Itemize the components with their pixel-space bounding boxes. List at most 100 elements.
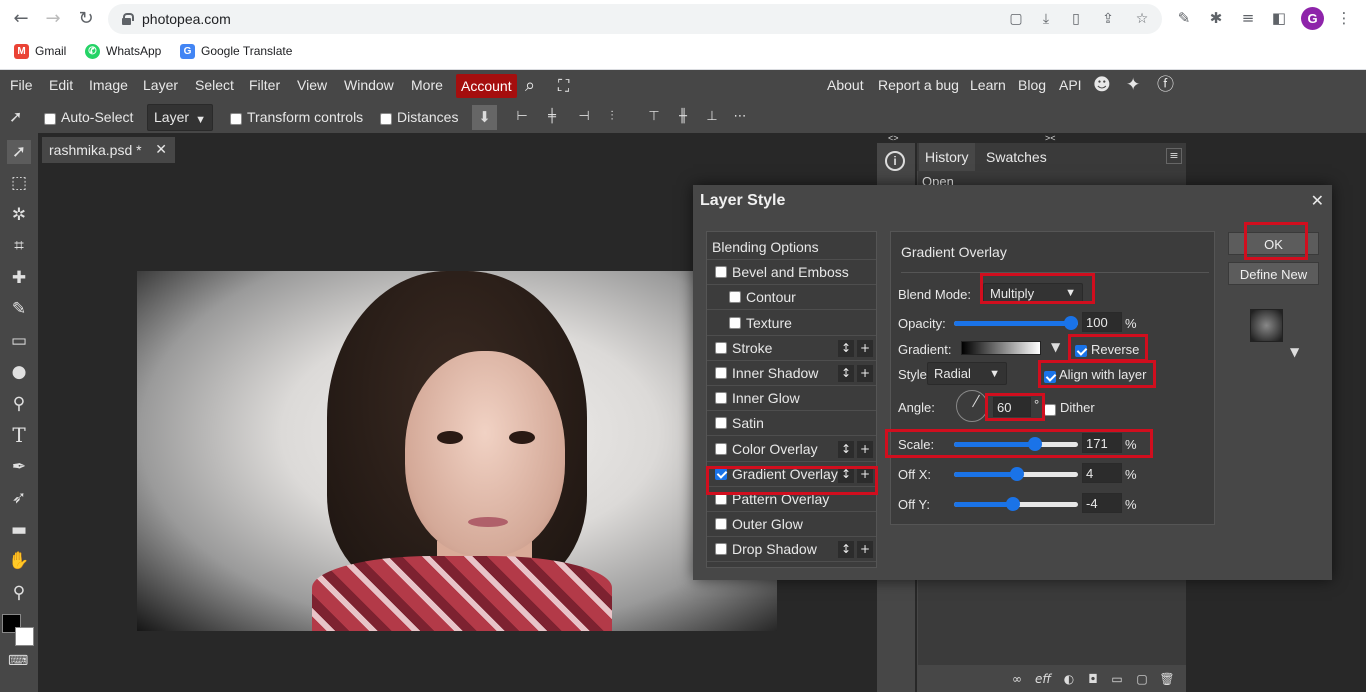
offset-y-input[interactable]: -4 — [1082, 493, 1122, 513]
align-left-icon[interactable]: ⊢ — [514, 109, 530, 125]
forward-icon[interactable]: → — [42, 8, 64, 30]
share-icon[interactable]: ⇪ — [1100, 11, 1116, 27]
style-item-contour[interactable]: Contour — [707, 285, 876, 311]
dither-checkbox[interactable] — [1044, 401, 1056, 416]
menu-account[interactable]: Account — [456, 74, 517, 98]
healing-tool-icon[interactable]: ✚ — [7, 266, 31, 290]
scale-slider-knob[interactable] — [1027, 437, 1042, 451]
back-icon[interactable]: ← — [10, 8, 32, 30]
align-middle-icon[interactable]: ╫ — [675, 109, 691, 125]
scale-slider[interactable] — [954, 437, 1078, 451]
style-item-inner-shadow[interactable]: Inner Shadow ↕ + — [707, 361, 876, 386]
style-checkbox[interactable] — [715, 543, 727, 556]
menu-filter[interactable]: Filter — [249, 70, 280, 103]
ok-button[interactable]: OK — [1228, 232, 1319, 255]
define-new-button[interactable]: Define New — [1228, 262, 1319, 285]
keyboard-icon[interactable]: ⌨ — [8, 653, 28, 669]
menu-image[interactable]: Image — [89, 70, 128, 103]
menu-select[interactable]: Select — [195, 70, 234, 103]
gradient-tool-icon[interactable]: ▭ — [7, 329, 31, 353]
angle-dial[interactable] — [956, 390, 988, 422]
opacity-slider-knob[interactable] — [1064, 316, 1078, 330]
style-checkbox[interactable] — [715, 417, 727, 430]
reverse-checkbox[interactable] — [1075, 342, 1087, 357]
distances-checkbox[interactable] — [380, 110, 392, 125]
tab-history[interactable]: History — [919, 143, 975, 171]
style-item-outer-glow[interactable]: Outer Glow — [707, 512, 876, 538]
media-icon[interactable]: ≡ — [1239, 9, 1257, 27]
bookmark-whatsapp[interactable]: ✆ WhatsApp — [85, 43, 161, 59]
extensions-icon[interactable]: ✱ — [1207, 9, 1225, 27]
menu-file[interactable]: File — [10, 70, 33, 103]
crop-tool-icon[interactable]: ⌗ — [7, 234, 31, 258]
document-tab[interactable]: rashmika.psd * ✕ — [42, 137, 175, 163]
menu-view[interactable]: View — [297, 70, 327, 103]
align-top-icon[interactable]: ⊤ — [646, 109, 662, 125]
shape-tool-icon[interactable]: ▬ — [7, 518, 31, 542]
brush-tool-icon[interactable]: ✎ — [7, 297, 31, 321]
menu-blog[interactable]: Blog — [1018, 70, 1046, 103]
align-center-icon[interactable]: ╪ — [544, 109, 560, 125]
style-item-drop-shadow[interactable]: Drop Shadow ↕ + — [707, 537, 876, 563]
style-checkbox[interactable] — [715, 392, 727, 405]
add-icon[interactable]: + — [857, 440, 873, 458]
menu-api[interactable]: API — [1059, 70, 1082, 103]
eyedropper-extension-icon[interactable]: ✎ — [1175, 9, 1193, 27]
path-select-tool-icon[interactable]: ➶ — [7, 486, 31, 510]
menu-window[interactable]: Window — [344, 70, 394, 103]
facebook-icon[interactable]: ⓕ — [1157, 70, 1174, 103]
effects-icon[interactable]: eff — [1035, 671, 1051, 687]
bookmark-gmail[interactable]: M Gmail — [14, 43, 66, 59]
align-right-icon[interactable]: ⊣ — [576, 109, 592, 125]
collapse-right-icon[interactable]: >< — [1045, 133, 1056, 143]
menu-report-bug[interactable]: Report a bug — [878, 70, 959, 103]
opacity-slider[interactable] — [954, 316, 1078, 330]
style-checkbox[interactable] — [715, 518, 727, 531]
style-item-inner-glow[interactable]: Inner Glow — [707, 386, 876, 412]
type-tool-icon[interactable]: T — [7, 423, 31, 447]
reorder-icon[interactable]: ↕ — [838, 365, 854, 382]
tab-swatches[interactable]: Swatches — [980, 143, 1053, 171]
mask-icon[interactable]: ◘ — [1085, 671, 1101, 687]
adjustment-icon[interactable]: ◐ — [1061, 671, 1077, 687]
add-icon[interactable]: + — [857, 541, 873, 559]
pen-tool-icon[interactable]: ✒ — [7, 455, 31, 479]
close-icon[interactable]: ✕ — [1311, 191, 1324, 210]
style-checkbox[interactable] — [715, 341, 727, 354]
offset-x-slider-knob[interactable] — [1010, 467, 1025, 481]
background-color-swatch[interactable] — [15, 627, 34, 646]
download-icon[interactable]: ⬇ — [472, 105, 497, 130]
zoom-tool-icon[interactable]: ⚲ — [7, 581, 31, 605]
reorder-icon[interactable]: ↕ — [838, 465, 854, 483]
opacity-input[interactable]: 100 — [1082, 312, 1122, 332]
bookmark-star-icon[interactable]: ☆ — [1134, 11, 1150, 27]
add-icon[interactable]: + — [857, 365, 873, 382]
reorder-icon[interactable]: ↕ — [838, 440, 854, 458]
menu-edit[interactable]: Edit — [49, 70, 73, 103]
blur-tool-icon[interactable]: ● — [7, 360, 31, 384]
add-icon[interactable]: + — [857, 339, 873, 357]
image-canvas[interactable] — [137, 271, 777, 631]
reorder-icon[interactable]: ↕ — [838, 541, 854, 559]
fullscreen-icon[interactable]: ⛶ — [558, 70, 569, 103]
address-bar[interactable]: photopea.com ▢ ⤓ ▯ ⇪ ☆ — [108, 4, 1162, 34]
move-tool-icon[interactable]: ➚ — [7, 140, 31, 164]
folder-icon[interactable]: ▭ — [1109, 671, 1125, 687]
angle-input[interactable]: 60 — [993, 397, 1031, 417]
style-checkbox[interactable] — [715, 467, 727, 480]
style-checkbox[interactable] — [715, 442, 727, 455]
style-item-blending-options[interactable]: Blending Options — [707, 235, 876, 260]
layer-select[interactable]: Layer ▼ — [147, 104, 213, 131]
menu-learn[interactable]: Learn — [970, 70, 1006, 103]
style-checkbox[interactable] — [715, 493, 727, 505]
menu-layer[interactable]: Layer — [143, 70, 178, 103]
style-checkbox[interactable] — [715, 367, 727, 379]
close-tab-icon[interactable]: ✕ — [155, 137, 167, 163]
offset-y-slider-knob[interactable] — [1005, 497, 1020, 511]
info-icon[interactable]: i — [885, 151, 905, 171]
style-item-texture[interactable]: Texture — [707, 311, 876, 336]
reorder-icon[interactable]: ↕ — [838, 339, 854, 357]
style-item-stroke[interactable]: Stroke ↕ + — [707, 336, 876, 361]
offset-x-slider[interactable] — [954, 467, 1078, 481]
reload-icon[interactable]: ↻ — [75, 8, 97, 30]
